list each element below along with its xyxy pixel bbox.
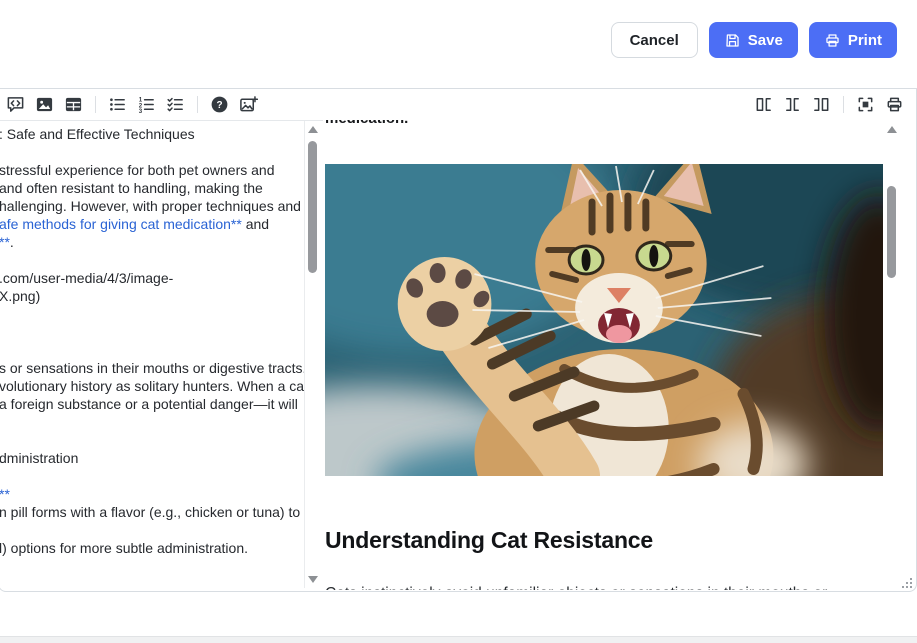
preview-scrollbar[interactable] bbox=[885, 121, 899, 576]
toolbar-separator bbox=[843, 96, 844, 113]
editor-line: dministration bbox=[0, 449, 304, 467]
scroll-up-arrow-icon[interactable] bbox=[308, 126, 318, 133]
preview-clipped-bottom-text: Cats instinctively avoid unfamiliar obje… bbox=[325, 585, 883, 590]
scroll-up-arrow-icon[interactable] bbox=[887, 126, 897, 133]
table-icon[interactable] bbox=[61, 92, 86, 117]
toolbar-right-group bbox=[751, 92, 907, 117]
editor-scrollbar-thumb[interactable] bbox=[308, 141, 317, 273]
editor-line: : Safe and Effective Techniques bbox=[0, 125, 304, 143]
numbered-list-icon[interactable]: 123 bbox=[134, 92, 159, 117]
editor-line: afe methods for giving cat medication** … bbox=[0, 215, 304, 233]
editor-line bbox=[0, 143, 304, 161]
toolbar-separator bbox=[197, 96, 198, 113]
editor-line: stressful experience for both pet owners… bbox=[0, 161, 304, 179]
task-list-icon[interactable] bbox=[163, 92, 188, 117]
editor-line bbox=[0, 305, 304, 323]
print-preview-icon[interactable] bbox=[882, 92, 907, 117]
cancel-button[interactable]: Cancel bbox=[611, 22, 698, 58]
preview-scrollbar-thumb[interactable] bbox=[887, 186, 896, 278]
save-button[interactable]: Save bbox=[709, 22, 798, 58]
code-comment-icon[interactable] bbox=[3, 92, 28, 117]
preview-heading: Understanding Cat Resistance bbox=[325, 526, 883, 554]
editor-line bbox=[0, 521, 304, 539]
tabby-cat-raising-paw-photo bbox=[325, 164, 883, 476]
bottom-panel-edge bbox=[0, 636, 917, 643]
editor-line: s or sensations in their mouths or diges… bbox=[0, 359, 304, 377]
pane-splitter[interactable] bbox=[304, 121, 305, 588]
print-icon bbox=[824, 32, 841, 49]
bulleted-list-icon[interactable] bbox=[105, 92, 130, 117]
editor-line: l) options for more subtle administratio… bbox=[0, 539, 304, 557]
scroll-down-arrow-icon[interactable] bbox=[308, 576, 318, 583]
markdown-editor-screen: Cancel Save Print bbox=[0, 0, 917, 643]
editor-line bbox=[0, 341, 304, 359]
layout-editor-only-icon[interactable] bbox=[751, 92, 776, 117]
fullscreen-icon[interactable] bbox=[853, 92, 878, 117]
print-button-label: Print bbox=[848, 32, 882, 49]
help-icon[interactable]: ? bbox=[207, 92, 232, 117]
editor-toolbar: 123 ? bbox=[0, 89, 916, 120]
image-icon[interactable] bbox=[32, 92, 57, 117]
editor-line bbox=[0, 467, 304, 485]
editor-scrollbar[interactable] bbox=[306, 121, 320, 588]
editor-line bbox=[0, 323, 304, 341]
editor-line: volutionary history as solitary hunters.… bbox=[0, 377, 304, 395]
save-button-label: Save bbox=[748, 32, 783, 49]
toolbar-separator bbox=[95, 96, 96, 113]
markdown-preview-pane: medication. bbox=[325, 120, 883, 590]
print-button[interactable]: Print bbox=[809, 22, 897, 58]
toolbar-left-group: 123 ? bbox=[3, 92, 261, 117]
editor-line: hallenging. However, with proper techniq… bbox=[0, 197, 304, 215]
save-icon bbox=[724, 32, 741, 49]
layout-preview-only-icon[interactable] bbox=[809, 92, 834, 117]
editor-line: a foreign substance or a potential dange… bbox=[0, 395, 304, 413]
markdown-source-pane[interactable]: : Safe and Effective Techniques stressfu… bbox=[0, 121, 304, 589]
insert-image-icon[interactable] bbox=[236, 92, 261, 117]
editor-line bbox=[0, 413, 304, 431]
editor-line: X.png) bbox=[0, 287, 304, 305]
layout-split-icon[interactable] bbox=[780, 92, 805, 117]
action-bar: Cancel Save Print bbox=[611, 22, 897, 58]
editor-line bbox=[0, 431, 304, 449]
svg-text:3: 3 bbox=[139, 108, 143, 114]
editor-line: n pill forms with a flavor (e.g., chicke… bbox=[0, 503, 304, 521]
svg-text:?: ? bbox=[216, 100, 222, 111]
editor-line: ** bbox=[0, 485, 304, 503]
markdown-editor-container: 123 ? bbox=[0, 88, 917, 592]
editor-lines: : Safe and Effective Techniques stressfu… bbox=[0, 121, 304, 557]
preview-clipped-top-text: medication. bbox=[325, 120, 883, 128]
resize-grip-icon[interactable] bbox=[901, 576, 913, 588]
editor-line: **. bbox=[0, 233, 304, 251]
editor-line: and often resistant to handling, making … bbox=[0, 179, 304, 197]
editor-line: .com/user-media/4/3/image- bbox=[0, 269, 304, 287]
editor-line bbox=[0, 251, 304, 269]
